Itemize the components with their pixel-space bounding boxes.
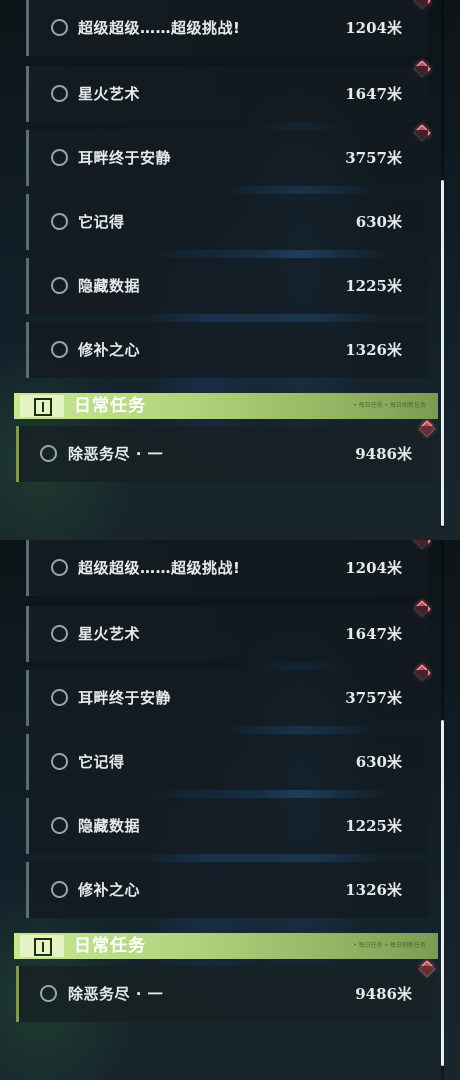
quest-distance: 1326米 <box>345 341 402 359</box>
circle-outline-icon <box>51 213 68 230</box>
section-title: 日常任务 <box>74 396 146 416</box>
quest-panel-top: 超级超级……超级挑战! 1204米 星火艺术 1647米 耳畔终于安静 3757… <box>0 0 460 540</box>
quest-row[interactable]: 星火艺术 1647米 <box>26 66 428 122</box>
quest-distance: 1326米 <box>345 881 402 899</box>
quest-row[interactable]: 耳畔终于安静 3757米 <box>26 130 428 186</box>
quest-name: 除恶务尽 · 一 <box>68 445 164 463</box>
quest-row[interactable]: 修补之心 1326米 <box>26 862 428 918</box>
quest-name: 修补之心 <box>78 881 141 899</box>
circle-outline-icon <box>51 817 68 834</box>
quest-distance: 9486米 <box>355 985 412 1003</box>
scrollbar-thumb[interactable] <box>441 720 444 1066</box>
quest-name: 超级超级……超级挑战! <box>78 559 241 577</box>
quest-name: 星火艺术 <box>78 625 141 643</box>
quest-distance: 630米 <box>355 213 402 231</box>
quest-name: 耳畔终于安静 <box>78 689 172 707</box>
quest-row[interactable]: 超级超级……超级挑战! 1204米 <box>26 540 428 596</box>
circle-outline-icon <box>51 689 68 706</box>
quest-name: 它记得 <box>78 753 125 771</box>
quest-distance: 1204米 <box>345 19 402 37</box>
quest-distance: 9486米 <box>355 445 412 463</box>
quest-name: 隐藏数据 <box>78 817 141 835</box>
quest-distance: 1225米 <box>345 277 402 295</box>
quest-distance: 3757米 <box>345 689 402 707</box>
quest-name: 超级超级……超级挑战! <box>78 19 241 37</box>
circle-outline-icon <box>51 149 68 166</box>
circle-outline-icon <box>51 85 68 102</box>
quest-name: 星火艺术 <box>78 85 141 103</box>
daily-section-header[interactable]: 日常任务 • 每日任务 • 每日刷新任务 <box>14 933 438 959</box>
daily-section-header[interactable]: 日常任务 • 每日任务 • 每日刷新任务 <box>14 393 438 419</box>
quest-distance: 1225米 <box>345 817 402 835</box>
quest-name: 除恶务尽 · 一 <box>68 985 164 1003</box>
circle-outline-icon <box>40 985 57 1002</box>
quest-distance: 1647米 <box>345 625 402 643</box>
quest-row[interactable]: 耳畔终于安静 3757米 <box>26 670 428 726</box>
circle-outline-icon <box>51 625 68 642</box>
daily-quest-row[interactable]: 除恶务尽 · 一 9486米 <box>16 966 436 1022</box>
quest-distance: 1204米 <box>345 559 402 577</box>
quest-name: 耳畔终于安静 <box>78 149 172 167</box>
circle-outline-icon <box>51 341 68 358</box>
exclamation-box-icon <box>20 395 64 417</box>
quest-row[interactable]: 它记得 630米 <box>26 734 428 790</box>
quest-row[interactable]: 超级超级……超级挑战! 1204米 <box>26 0 428 56</box>
quest-name: 隐藏数据 <box>78 277 141 295</box>
quest-name: 修补之心 <box>78 341 141 359</box>
quest-distance: 630米 <box>355 753 402 771</box>
circle-outline-icon <box>51 559 68 576</box>
circle-outline-icon <box>51 881 68 898</box>
daily-quest-row[interactable]: 除恶务尽 · 一 9486米 <box>16 426 436 482</box>
quest-panel-bottom: 超级超级……超级挑战! 1204米 星火艺术 1647米 耳畔终于安静 3757… <box>0 540 460 1080</box>
circle-outline-icon <box>51 19 68 36</box>
exclamation-box-icon <box>20 935 64 957</box>
scrollbar-thumb[interactable] <box>441 180 444 526</box>
quest-row[interactable]: 隐藏数据 1225米 <box>26 258 428 314</box>
quest-name: 它记得 <box>78 213 125 231</box>
section-title: 日常任务 <box>74 936 146 956</box>
quest-row[interactable]: 星火艺术 1647米 <box>26 606 428 662</box>
quest-distance: 3757米 <box>345 149 402 167</box>
section-subtitle: • 每日任务 • 每日刷新任务 <box>353 402 426 409</box>
circle-outline-icon <box>51 753 68 770</box>
quest-row[interactable]: 修补之心 1326米 <box>26 322 428 378</box>
quest-distance: 1647米 <box>345 85 402 103</box>
section-subtitle: • 每日任务 • 每日刷新任务 <box>353 942 426 949</box>
circle-outline-icon <box>40 445 57 462</box>
circle-outline-icon <box>51 277 68 294</box>
quest-row[interactable]: 隐藏数据 1225米 <box>26 798 428 854</box>
quest-row[interactable]: 它记得 630米 <box>26 194 428 250</box>
